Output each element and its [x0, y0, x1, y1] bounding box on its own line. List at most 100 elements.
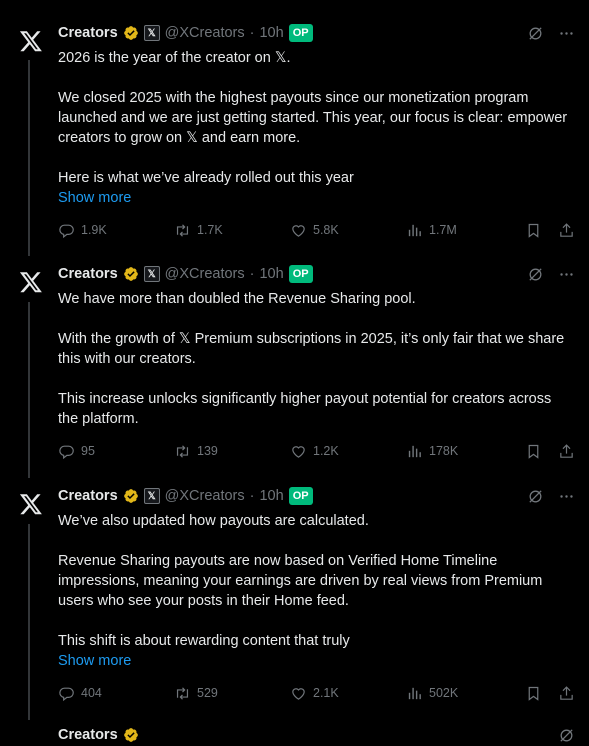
- verified-badge-icon[interactable]: [123, 488, 139, 504]
- tweet[interactable]: Creators 𝕏 @XCreators · 10h OP We’ve als…: [0, 485, 589, 713]
- author-handle[interactable]: @XCreators: [165, 488, 245, 504]
- views-button[interactable]: 1.7M: [406, 222, 525, 239]
- share-icon[interactable]: [558, 443, 575, 460]
- share-icon[interactable]: [558, 222, 575, 239]
- reply-count: 95: [81, 444, 95, 458]
- bookmark-icon[interactable]: [525, 443, 542, 460]
- author-handle[interactable]: @XCreators: [165, 25, 245, 41]
- affiliation-badge[interactable]: 𝕏: [143, 266, 160, 282]
- tweet[interactable]: Creators: [0, 724, 589, 743]
- tweet-top-actions: [527, 263, 575, 285]
- repost-button[interactable]: 529: [174, 685, 290, 702]
- tweet-actions: 404 529 2.1K 502K: [58, 683, 575, 703]
- share-icon[interactable]: [558, 685, 575, 702]
- verified-badge-icon[interactable]: [123, 25, 139, 41]
- views-icon: [406, 222, 423, 239]
- verified-badge-icon[interactable]: [123, 266, 139, 282]
- heart-icon: [290, 443, 307, 460]
- reply-icon: [58, 685, 75, 702]
- separator: ·: [249, 25, 255, 41]
- grok-icon[interactable]: [558, 727, 575, 744]
- show-more-link[interactable]: Show more: [58, 651, 571, 671]
- tweet-paragraph: Here is what we’ve already rolled out th…: [58, 170, 354, 186]
- views-button[interactable]: 178K: [406, 443, 525, 460]
- more-icon[interactable]: [558, 25, 575, 42]
- like-button[interactable]: 1.2K: [290, 443, 406, 460]
- grok-icon[interactable]: [527, 488, 544, 505]
- like-count: 2.1K: [313, 686, 339, 700]
- reply-count: 1.9K: [81, 223, 107, 237]
- bookmark-icon[interactable]: [525, 222, 542, 239]
- tweet-paragraph: Revenue Sharing payouts are now based on…: [58, 553, 547, 609]
- tweet-header: Creators 𝕏 @XCreators · 10h OP: [58, 485, 313, 507]
- author-handle[interactable]: @XCreators: [165, 266, 245, 282]
- reply-button[interactable]: 404: [58, 685, 174, 702]
- repost-icon: [174, 222, 191, 239]
- tweet-paragraph: This shift is about rewarding content th…: [58, 633, 350, 649]
- separator: ·: [249, 488, 255, 504]
- tweet-text: We’ve also updated how payouts are calcu…: [58, 511, 571, 671]
- author-name[interactable]: Creators: [58, 727, 118, 743]
- more-icon[interactable]: [558, 488, 575, 505]
- tweet-paragraph: 2026 is the year of the creator on 𝕏.: [58, 50, 291, 66]
- tweet-header: Creators: [58, 724, 139, 746]
- timestamp[interactable]: 10h: [259, 488, 283, 504]
- tweet-secondary-actions: [525, 443, 575, 460]
- avatar[interactable]: [12, 263, 50, 301]
- grok-icon[interactable]: [527, 25, 544, 42]
- op-badge: OP: [288, 487, 313, 505]
- reply-count: 404: [81, 686, 102, 700]
- tweet-paragraph: This increase unlocks significantly high…: [58, 391, 556, 427]
- separator: ·: [249, 266, 255, 282]
- views-icon: [406, 443, 423, 460]
- heart-icon: [290, 222, 307, 239]
- tweet-header: Creators 𝕏 @XCreators · 10h OP: [58, 22, 313, 44]
- tweet-header: Creators 𝕏 @XCreators · 10h OP: [58, 263, 313, 285]
- tweet-paragraph: With the growth of 𝕏 Premium subscriptio…: [58, 331, 569, 367]
- repost-button[interactable]: 139: [174, 443, 290, 460]
- repost-button[interactable]: 1.7K: [174, 222, 290, 239]
- timestamp[interactable]: 10h: [259, 266, 283, 282]
- x-logo-icon: [19, 270, 43, 294]
- reply-button[interactable]: 1.9K: [58, 222, 174, 239]
- tweet-text: We have more than doubled the Revenue Sh…: [58, 289, 571, 429]
- grok-icon[interactable]: [527, 266, 544, 283]
- affiliation-badge[interactable]: 𝕏: [143, 25, 160, 41]
- like-count: 5.8K: [313, 223, 339, 237]
- tweet-actions: 1.9K 1.7K 5.8K 1.7M: [58, 220, 575, 240]
- affiliation-badge[interactable]: 𝕏: [143, 488, 160, 504]
- view-count: 178K: [429, 444, 459, 458]
- repost-icon: [174, 685, 191, 702]
- show-more-link[interactable]: Show more: [58, 188, 571, 208]
- tweet-text: 2026 is the year of the creator on 𝕏. We…: [58, 48, 571, 208]
- like-button[interactable]: 5.8K: [290, 222, 406, 239]
- avatar[interactable]: [12, 485, 50, 523]
- op-badge: OP: [288, 265, 313, 283]
- reply-button[interactable]: 95: [58, 443, 174, 460]
- author-name[interactable]: Creators: [58, 266, 118, 282]
- like-button[interactable]: 2.1K: [290, 685, 406, 702]
- heart-icon: [290, 685, 307, 702]
- verified-badge-icon[interactable]: [123, 727, 139, 743]
- tweet-top-actions: [527, 22, 575, 44]
- tweet-paragraph: We’ve also updated how payouts are calcu…: [58, 513, 369, 529]
- repost-count: 529: [197, 686, 218, 700]
- tweet-paragraph: We have more than doubled the Revenue Sh…: [58, 291, 416, 307]
- author-name[interactable]: Creators: [58, 25, 118, 41]
- timestamp[interactable]: 10h: [259, 25, 283, 41]
- avatar[interactable]: [12, 22, 50, 60]
- view-count: 502K: [429, 686, 459, 700]
- tweet[interactable]: Creators 𝕏 @XCreators · 10h OP 2026 is t…: [0, 22, 589, 250]
- tweet-secondary-actions: [525, 222, 575, 239]
- tweet-paragraph: We closed 2025 with the highest payouts …: [58, 90, 572, 146]
- like-count: 1.2K: [313, 444, 339, 458]
- view-count: 1.7M: [429, 223, 457, 237]
- repost-count: 1.7K: [197, 223, 223, 237]
- tweet[interactable]: Creators 𝕏 @XCreators · 10h OP We have m…: [0, 263, 589, 473]
- tweet-top-actions: [558, 724, 575, 746]
- bookmark-icon[interactable]: [525, 685, 542, 702]
- more-icon[interactable]: [558, 266, 575, 283]
- views-button[interactable]: 502K: [406, 685, 525, 702]
- op-badge: OP: [288, 24, 313, 42]
- author-name[interactable]: Creators: [58, 488, 118, 504]
